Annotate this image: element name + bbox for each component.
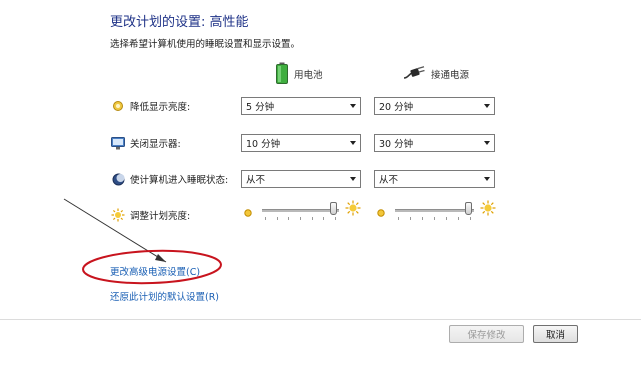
slider-tick xyxy=(434,217,435,220)
page-title: 更改计划的设置: 高性能 xyxy=(110,15,249,30)
brightness-label-row: 调整计划亮度: xyxy=(110,206,190,224)
slider-tick xyxy=(446,217,447,220)
chevron-down-icon xyxy=(480,98,494,114)
dim-display-icon xyxy=(110,98,126,114)
slider-tick xyxy=(265,217,266,220)
brightness-low-icon xyxy=(376,203,386,222)
brightness-sun-icon xyxy=(110,207,126,223)
chevron-down-icon xyxy=(480,135,494,151)
plugged-column-header: 接通电源 xyxy=(403,63,469,85)
dim-display-plugged-value: 20 分钟 xyxy=(379,102,414,113)
slider-tick xyxy=(323,217,325,220)
turn-off-display-battery-value: 10 分钟 xyxy=(246,139,281,150)
slider-tick xyxy=(288,217,290,220)
sleep-plugged-value: 从不 xyxy=(379,175,399,186)
chevron-down-icon xyxy=(346,98,360,114)
chevron-down-icon xyxy=(346,171,360,187)
turn-off-display-battery-select[interactable]: 10 分钟 xyxy=(241,134,361,152)
dim-display-label: 降低显示亮度: xyxy=(130,102,191,113)
sleep-moon-icon xyxy=(110,171,126,187)
brightness-high-icon xyxy=(480,200,496,220)
slider-tick xyxy=(458,217,459,220)
slider-tick xyxy=(470,217,471,220)
turn-off-display-label: 关闭显示器: xyxy=(130,139,181,150)
slider-track xyxy=(262,209,339,212)
brightness-plugged-slider[interactable] xyxy=(376,200,496,226)
slider-tick xyxy=(410,217,411,220)
cancel-button[interactable]: 取消 xyxy=(533,325,578,343)
turn-off-display-label-row: 关闭显示器: xyxy=(110,134,181,152)
sleep-battery-value: 从不 xyxy=(246,175,266,186)
dim-display-battery-select[interactable]: 5 分钟 xyxy=(241,97,361,115)
battery-icon xyxy=(276,62,288,87)
monitor-icon xyxy=(110,135,126,151)
sleep-battery-select[interactable]: 从不 xyxy=(241,170,361,188)
sleep-label: 使计算机进入睡眠状态: xyxy=(130,175,229,186)
power-plug-icon xyxy=(403,65,425,83)
brightness-battery-slider[interactable] xyxy=(243,200,361,226)
page-subtitle: 选择希望计算机使用的睡眠设置和显示设置。 xyxy=(110,39,301,50)
battery-column-header: 用电池 xyxy=(276,62,323,87)
chevron-down-icon xyxy=(480,171,494,187)
brightness-low-icon xyxy=(243,203,253,222)
battery-column-label: 用电池 xyxy=(294,70,323,81)
slider-tick xyxy=(300,217,301,220)
plugged-column-label: 接通电源 xyxy=(431,70,470,81)
dim-display-plugged-select[interactable]: 20 分钟 xyxy=(374,97,495,115)
chevron-down-icon xyxy=(346,135,360,151)
restore-defaults-link[interactable]: 还原此计划的默认设置(R) xyxy=(110,289,219,303)
slider-tick xyxy=(311,217,313,220)
slider-ticks xyxy=(398,217,471,221)
brightness-high-icon xyxy=(345,200,361,220)
turn-off-display-plugged-value: 30 分钟 xyxy=(379,139,414,150)
sleep-plugged-select[interactable]: 从不 xyxy=(374,170,495,188)
slider-tick xyxy=(335,217,336,220)
slider-thumb[interactable] xyxy=(330,202,338,215)
save-changes-button[interactable]: 保存修改 xyxy=(449,325,524,343)
sleep-label-row: 使计算机进入睡眠状态: xyxy=(110,170,228,188)
brightness-label: 调整计划亮度: xyxy=(130,211,191,222)
slider-thumb[interactable] xyxy=(464,202,472,215)
turn-off-display-plugged-select[interactable]: 30 分钟 xyxy=(374,134,495,152)
slider-ticks xyxy=(265,217,336,221)
slider-track xyxy=(395,209,474,212)
slider-tick xyxy=(276,217,278,220)
footer-divider xyxy=(0,319,641,320)
slider-tick xyxy=(398,217,399,220)
dim-display-label-row: 降低显示亮度: xyxy=(110,97,190,115)
advanced-power-settings-link[interactable]: 更改高级电源设置(C) xyxy=(110,264,200,278)
slider-tick xyxy=(422,217,423,220)
dim-display-battery-value: 5 分钟 xyxy=(246,102,275,113)
